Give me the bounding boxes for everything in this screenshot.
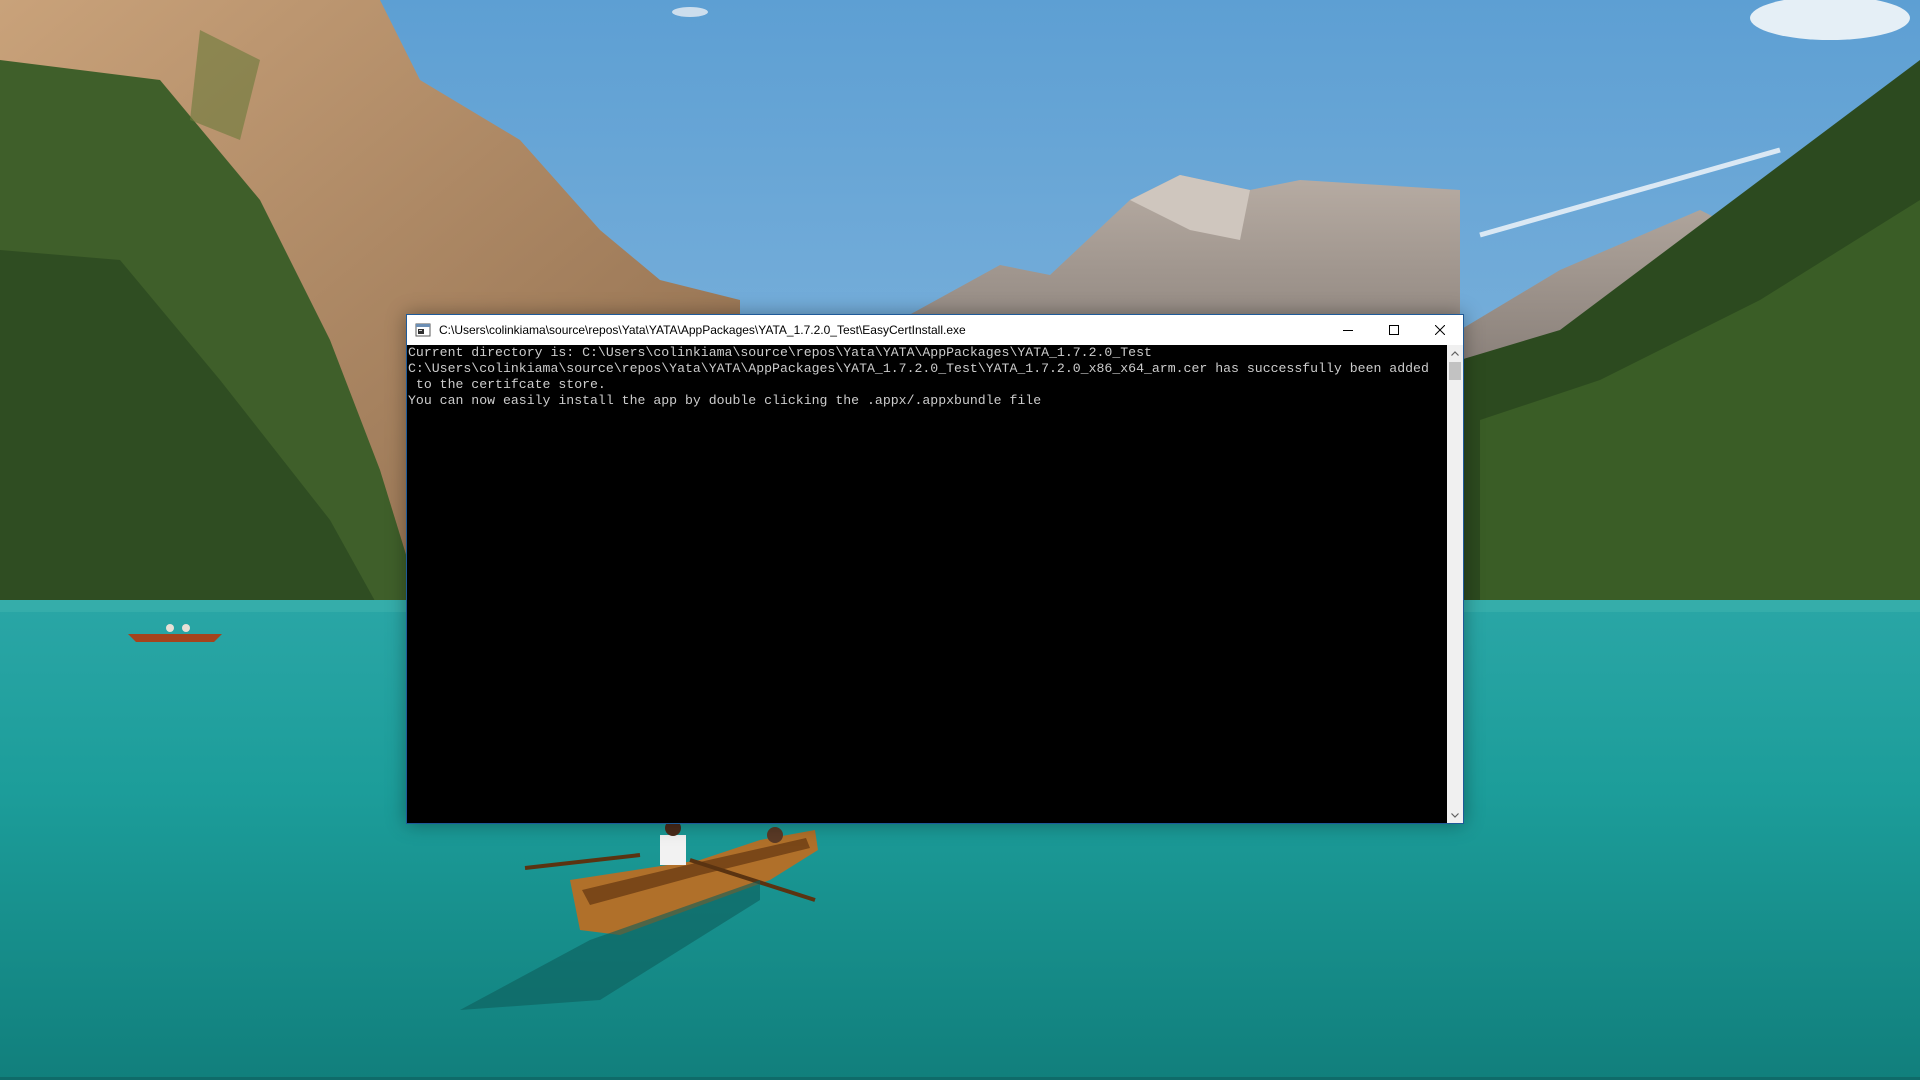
scroll-thumb[interactable] xyxy=(1449,362,1461,380)
chevron-up-icon xyxy=(1451,350,1459,356)
console-output-area[interactable]: Current directory is: C:\Users\colinkiam… xyxy=(407,345,1447,823)
close-button[interactable] xyxy=(1417,315,1463,345)
minimize-button[interactable] xyxy=(1325,315,1371,345)
title-bar[interactable]: C:\Users\colinkiama\source\repos\Yata\YA… xyxy=(407,315,1463,345)
console-app-icon xyxy=(415,323,431,337)
console-line: Current directory is: C:\Users\colinkiam… xyxy=(408,345,1152,360)
maximize-button[interactable] xyxy=(1371,315,1417,345)
window-title: C:\Users\colinkiama\source\repos\Yata\YA… xyxy=(439,323,966,337)
console-window[interactable]: C:\Users\colinkiama\source\repos\Yata\YA… xyxy=(406,314,1464,824)
maximize-icon xyxy=(1389,325,1399,335)
console-line: You can now easily install the app by do… xyxy=(408,393,1042,408)
vertical-scrollbar[interactable] xyxy=(1447,345,1463,823)
scroll-down-button[interactable] xyxy=(1447,807,1463,823)
console-output: Current directory is: C:\Users\colinkiam… xyxy=(407,345,1447,409)
scroll-up-button[interactable] xyxy=(1447,345,1463,361)
caption-buttons xyxy=(1325,315,1463,345)
close-icon xyxy=(1435,325,1445,335)
minimize-icon xyxy=(1343,330,1353,331)
chevron-down-icon xyxy=(1451,812,1459,818)
console-line: to the certifcate store. xyxy=(408,377,606,392)
console-line: C:\Users\colinkiama\source\repos\Yata\YA… xyxy=(408,361,1429,376)
